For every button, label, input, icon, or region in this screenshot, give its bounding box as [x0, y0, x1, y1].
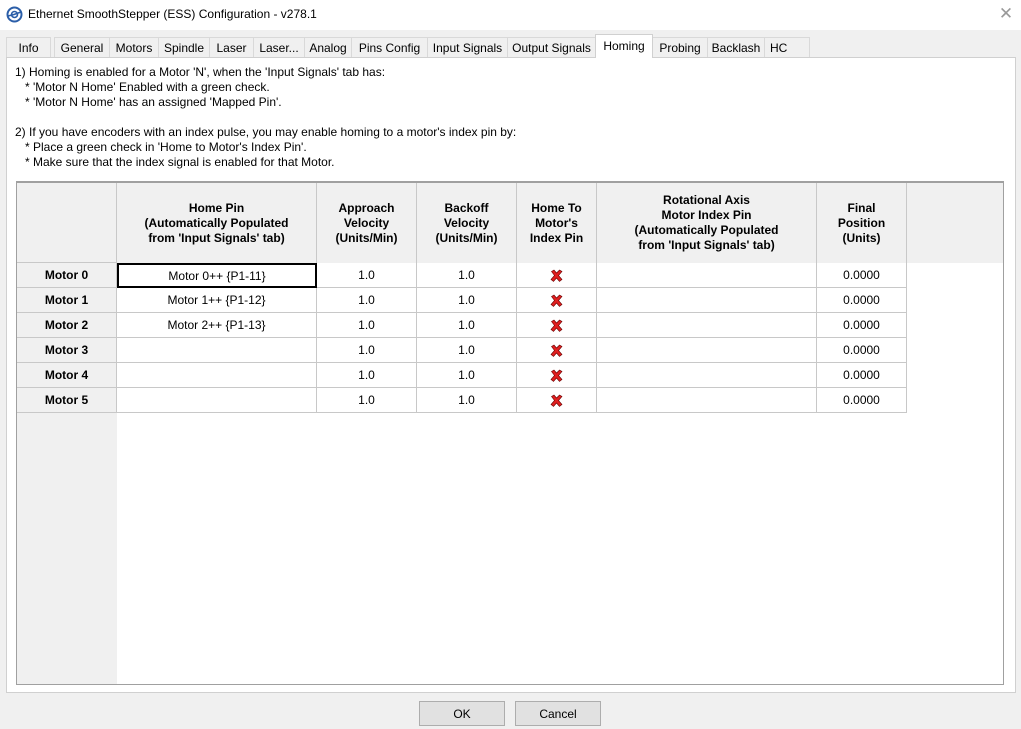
cell-final[interactable]: 0.0000 [817, 338, 907, 363]
cell-rot-pin[interactable] [597, 313, 817, 338]
cell-approach[interactable]: 1.0 [317, 313, 417, 338]
tab-analog[interactable]: Analog [304, 37, 352, 57]
instruction-line [15, 110, 516, 125]
app-logo-icon [6, 6, 23, 23]
col-header-rotational-index-pin[interactable]: Rotational Axis Motor Index Pin (Automat… [597, 183, 817, 263]
cell-rot-pin[interactable] [597, 338, 817, 363]
tab-laser-more[interactable]: Laser... [253, 37, 305, 57]
tab-probing[interactable]: Probing [652, 37, 708, 57]
cell-backoff[interactable]: 1.0 [417, 363, 517, 388]
cell-backoff[interactable]: 1.0 [417, 263, 517, 288]
tab-motors[interactable]: Motors [109, 37, 159, 57]
window-title: Ethernet SmoothStepper (ESS) Configurati… [28, 7, 317, 21]
cell-approach[interactable]: 1.0 [317, 263, 417, 288]
cell-approach[interactable]: 1.0 [317, 288, 417, 313]
tab-hc[interactable]: HC [764, 37, 810, 57]
red-x-icon[interactable] [550, 394, 563, 407]
cell-home-pin[interactable]: Motor 0++ {P1-11} [117, 263, 317, 288]
cell-backoff[interactable]: 1.0 [417, 338, 517, 363]
cell-backoff[interactable]: 1.0 [417, 388, 517, 413]
cell-index[interactable] [517, 263, 597, 288]
cell-final[interactable]: 0.0000 [817, 388, 907, 413]
row-header[interactable]: Motor 2 [17, 313, 117, 338]
row-header[interactable]: Motor 3 [17, 338, 117, 363]
instruction-line: * 'Motor N Home' has an assigned 'Mapped… [15, 95, 282, 109]
instruction-line: * 'Motor N Home' Enabled with a green ch… [15, 80, 270, 94]
cell-final[interactable]: 0.0000 [817, 263, 907, 288]
col-header-final-position[interactable]: Final Position (Units) [817, 183, 907, 263]
tab-input-signals[interactable]: Input Signals [427, 37, 508, 57]
homing-grid: Home Pin (Automatically Populated from '… [16, 181, 1004, 685]
tab-laser[interactable]: Laser [209, 37, 254, 57]
cell-backoff[interactable]: 1.0 [417, 288, 517, 313]
cell-rot-pin[interactable] [597, 288, 817, 313]
cell-approach[interactable]: 1.0 [317, 363, 417, 388]
cell-final[interactable]: 0.0000 [817, 288, 907, 313]
cell-final[interactable]: 0.0000 [817, 363, 907, 388]
cell-index[interactable] [517, 313, 597, 338]
red-x-icon[interactable] [550, 269, 563, 282]
cell-rot-pin[interactable] [597, 363, 817, 388]
col-header-home-pin[interactable]: Home Pin (Automatically Populated from '… [117, 183, 317, 263]
instruction-line: 2) If you have encoders with an index pu… [15, 125, 517, 139]
cell-approach[interactable]: 1.0 [317, 338, 417, 363]
cell-approach[interactable]: 1.0 [317, 388, 417, 413]
instruction-line: 1) Homing is enabled for a Motor 'N', wh… [15, 65, 386, 79]
instructions: 1) Homing is enabled for a Motor 'N', wh… [15, 65, 516, 170]
cell-backoff[interactable]: 1.0 [417, 313, 517, 338]
cell-home-pin[interactable] [117, 363, 317, 388]
cell-home-pin[interactable] [117, 338, 317, 363]
col-header-backoff-velocity[interactable]: Backoff Velocity (Units/Min) [417, 183, 517, 263]
cell-home-pin[interactable]: Motor 1++ {P1-12} [117, 288, 317, 313]
cell-index[interactable] [517, 363, 597, 388]
cell-home-pin[interactable]: Motor 2++ {P1-13} [117, 313, 317, 338]
tab-strip: Info General Motors Spindle Laser Laser.… [6, 34, 1016, 58]
red-x-icon[interactable] [550, 294, 563, 307]
red-x-icon[interactable] [550, 319, 563, 332]
col-header-approach-velocity[interactable]: Approach Velocity (Units/Min) [317, 183, 417, 263]
cell-index[interactable] [517, 288, 597, 313]
cancel-button[interactable]: Cancel [515, 701, 601, 726]
instruction-line: * Make sure that the index signal is ena… [15, 155, 335, 169]
cell-rot-pin[interactable] [597, 263, 817, 288]
cell-index[interactable] [517, 388, 597, 413]
row-header[interactable]: Motor 5 [17, 388, 117, 413]
cell-home-pin[interactable] [117, 388, 317, 413]
instruction-line: * Place a green check in 'Home to Motor'… [15, 140, 307, 154]
tab-spindle[interactable]: Spindle [158, 37, 210, 57]
col-header-home-to-index[interactable]: Home To Motor's Index Pin [517, 183, 597, 263]
ok-button[interactable]: OK [419, 701, 505, 726]
cell-index[interactable] [517, 338, 597, 363]
red-x-icon[interactable] [550, 344, 563, 357]
tab-homing[interactable]: Homing [595, 34, 653, 58]
title-bar: Ethernet SmoothStepper (ESS) Configurati… [0, 0, 1021, 30]
cell-final[interactable]: 0.0000 [817, 313, 907, 338]
tab-pins-config[interactable]: Pins Config [351, 37, 428, 57]
tab-general[interactable]: General [54, 37, 110, 57]
tab-output-signals[interactable]: Output Signals [507, 37, 596, 57]
red-x-icon[interactable] [550, 369, 563, 382]
grid-corner [17, 183, 117, 263]
close-button[interactable]: ✕ [991, 0, 1021, 30]
row-header[interactable]: Motor 4 [17, 363, 117, 388]
tab-info[interactable]: Info [6, 37, 51, 57]
tab-backlash[interactable]: Backlash [707, 37, 765, 57]
row-header[interactable]: Motor 1 [17, 288, 117, 313]
cell-rot-pin[interactable] [597, 388, 817, 413]
row-header[interactable]: Motor 0 [17, 263, 117, 288]
